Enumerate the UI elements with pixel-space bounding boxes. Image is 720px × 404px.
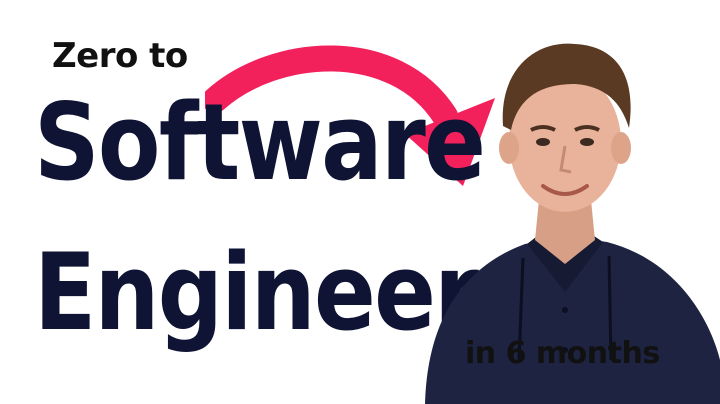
headline-prefix: Zero to: [52, 36, 188, 76]
video-thumbnail: Zero to Software Engineer in 6 months: [0, 0, 720, 404]
headline-line-2: Engineer: [34, 231, 479, 354]
tagline: in 6 months: [465, 336, 660, 371]
